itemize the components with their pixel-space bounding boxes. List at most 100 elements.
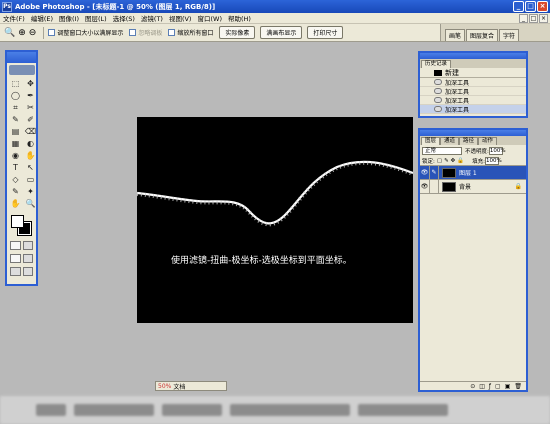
zoom-out-icon[interactable]: ⊖ bbox=[29, 28, 37, 38]
pen-tool-icon[interactable]: ↖ bbox=[24, 162, 37, 173]
gradient-tool-icon[interactable]: ◐ bbox=[24, 138, 37, 149]
eye-icon[interactable]: 👁 bbox=[420, 180, 430, 193]
tab-channels[interactable]: 通道 bbox=[440, 137, 460, 145]
doc-minimize-button[interactable]: _ bbox=[519, 14, 528, 23]
layer-row[interactable]: 👁 背景 🔒 bbox=[420, 180, 526, 194]
well-tab-character[interactable]: 字符 bbox=[499, 29, 520, 41]
lock-all-icon[interactable]: 🔒 bbox=[457, 158, 464, 164]
lasso-tool-icon[interactable]: ◯ bbox=[9, 90, 22, 101]
stamp-tool-icon[interactable]: ▤ bbox=[9, 126, 22, 137]
menu-filter[interactable]: 滤镜(T) bbox=[138, 13, 166, 23]
close-button[interactable]: × bbox=[537, 1, 548, 12]
ignore-palettes-checkbox[interactable] bbox=[129, 29, 137, 36]
doc-restore-button[interactable]: □ bbox=[529, 14, 538, 23]
well-tab-layer-comps[interactable]: 图层复合 bbox=[466, 29, 499, 41]
blank-link-cell[interactable] bbox=[430, 180, 439, 193]
doc-info-label[interactable]: 文档 bbox=[173, 382, 185, 391]
well-tab-brushes[interactable]: 画笔 bbox=[445, 29, 466, 41]
history-item[interactable]: 加深工具 bbox=[420, 87, 526, 96]
tab-layers[interactable]: 图层 bbox=[421, 137, 441, 145]
menu-edit[interactable]: 编辑(E) bbox=[28, 13, 56, 23]
zoom-all-checkbox[interactable] bbox=[168, 29, 176, 36]
doc-close-button[interactable]: × bbox=[539, 14, 548, 23]
watermark-block bbox=[74, 404, 154, 416]
watermark-block bbox=[358, 404, 448, 416]
minimize-button[interactable]: _ bbox=[513, 1, 524, 12]
standard-mode-button[interactable] bbox=[10, 241, 21, 250]
screen-mode-full-black-button[interactable] bbox=[22, 267, 33, 276]
new-layer-icon[interactable]: ▣ bbox=[505, 383, 511, 390]
move-tool-icon[interactable]: ✥ bbox=[24, 78, 37, 89]
history-item[interactable]: 加深工具 bbox=[420, 105, 526, 114]
marquee-tool-icon[interactable]: ⬚ bbox=[9, 78, 22, 89]
healing-tool-icon[interactable]: ✎ bbox=[9, 114, 22, 125]
zoom-tool-icon[interactable]: 🔍 bbox=[24, 198, 37, 209]
crop-tool-icon[interactable]: ⌗ bbox=[9, 102, 22, 113]
layer-thumbnail bbox=[442, 181, 456, 192]
lock-paint-icon[interactable]: ✎ bbox=[444, 158, 449, 164]
menu-window[interactable]: 窗口(W) bbox=[194, 13, 225, 23]
feather-logo-icon[interactable] bbox=[8, 65, 35, 75]
history-item[interactable]: 加深工具 bbox=[420, 96, 526, 105]
eraser-tool-icon[interactable]: ▦ bbox=[9, 138, 22, 149]
fit-window-checkbox[interactable] bbox=[48, 29, 56, 36]
fill-field[interactable]: 100% bbox=[485, 156, 502, 165]
brush-icon[interactable]: ✎ bbox=[430, 166, 439, 179]
quick-mask-row bbox=[7, 239, 36, 252]
zoom-icon[interactable]: 🔍 bbox=[4, 28, 15, 38]
eye-icon[interactable]: 👁 bbox=[420, 166, 430, 179]
magic-wand-tool-icon[interactable]: ✒ bbox=[24, 90, 37, 101]
blurred-watermark bbox=[0, 396, 550, 424]
history-brush-tool-icon[interactable]: ⌫ bbox=[24, 126, 37, 137]
blend-mode-select[interactable]: 正常 bbox=[422, 146, 462, 155]
watermark-block bbox=[230, 404, 350, 416]
menu-bar: 文件(F) 编辑(E) 图像(I) 图层(L) 选择(S) 滤镜(T) 视图(V… bbox=[0, 13, 550, 24]
layer-style-icon[interactable]: ◫ bbox=[479, 383, 485, 390]
history-snapshot[interactable]: 新建 bbox=[420, 68, 526, 78]
lock-transparency-icon[interactable]: ▢ bbox=[437, 158, 442, 164]
foreground-color-swatch[interactable] bbox=[11, 215, 24, 228]
eyedropper-tool-icon[interactable]: ✎ bbox=[9, 186, 22, 197]
tab-actions[interactable]: 动作 bbox=[478, 137, 498, 145]
jump-row bbox=[7, 265, 36, 278]
type-tool-icon[interactable]: T bbox=[9, 162, 22, 173]
toolbox-header[interactable] bbox=[7, 52, 36, 63]
history-item[interactable]: 加深工具 bbox=[420, 78, 526, 87]
quick-mask-button[interactable] bbox=[22, 241, 33, 250]
maximize-button[interactable]: □ bbox=[525, 1, 536, 12]
document-canvas[interactable]: 使用滤镜-扭曲-极坐标-选极坐标到平面坐标。 bbox=[137, 117, 413, 323]
opacity-label: 不透明度: bbox=[465, 148, 489, 155]
layer-row[interactable]: 👁 ✎ 图层 1 bbox=[420, 166, 526, 180]
screen-mode-standard-button[interactable] bbox=[10, 254, 21, 263]
shape-tool-icon[interactable]: ◇ bbox=[9, 174, 22, 185]
print-size-button[interactable]: 打印尺寸 bbox=[307, 26, 344, 39]
zoom-level[interactable]: 50% bbox=[158, 383, 171, 390]
burn-tool-icon bbox=[434, 79, 442, 85]
path-select-tool-icon[interactable]: ✋ bbox=[24, 150, 37, 161]
menu-help[interactable]: 帮助(H) bbox=[225, 13, 254, 23]
menu-select[interactable]: 选择(S) bbox=[110, 13, 138, 23]
trash-icon[interactable]: 🗑 bbox=[514, 383, 522, 390]
notes-tool-icon[interactable]: ▭ bbox=[24, 174, 37, 185]
menu-file[interactable]: 文件(F) bbox=[0, 13, 28, 23]
slice-tool-icon[interactable]: ✂ bbox=[24, 102, 37, 113]
mask-icon[interactable]: ƒ bbox=[489, 383, 491, 390]
menu-image[interactable]: 图像(I) bbox=[56, 13, 82, 23]
new-set-icon[interactable]: ▢ bbox=[495, 383, 501, 390]
fit-on-screen-button[interactable]: 满画布显示 bbox=[260, 26, 303, 39]
dodge-tool-icon[interactable]: ◉ bbox=[9, 150, 22, 161]
ignore-palettes-label: 忽略调板 bbox=[138, 30, 163, 37]
hand-tool-icon[interactable]: ✋ bbox=[9, 198, 22, 209]
link-icon[interactable]: ⊙ bbox=[470, 383, 475, 390]
zoom-in-icon[interactable]: ⊕ bbox=[18, 28, 26, 38]
jump-to-imageready-button[interactable] bbox=[10, 267, 21, 276]
lock-move-icon[interactable]: ✥ bbox=[451, 158, 456, 164]
tab-paths[interactable]: 路径 bbox=[459, 137, 479, 145]
menu-layer[interactable]: 图层(L) bbox=[82, 13, 110, 23]
brush-tool-icon[interactable]: ✐ bbox=[24, 114, 37, 125]
screen-mode-full-button[interactable] bbox=[22, 254, 33, 263]
hand-alt-tool-icon[interactable]: ✦ bbox=[24, 186, 37, 197]
actual-pixels-button[interactable]: 实际像素 bbox=[219, 26, 256, 39]
menu-view[interactable]: 视图(V) bbox=[166, 13, 195, 23]
opacity-field[interactable]: 100% bbox=[488, 146, 506, 155]
